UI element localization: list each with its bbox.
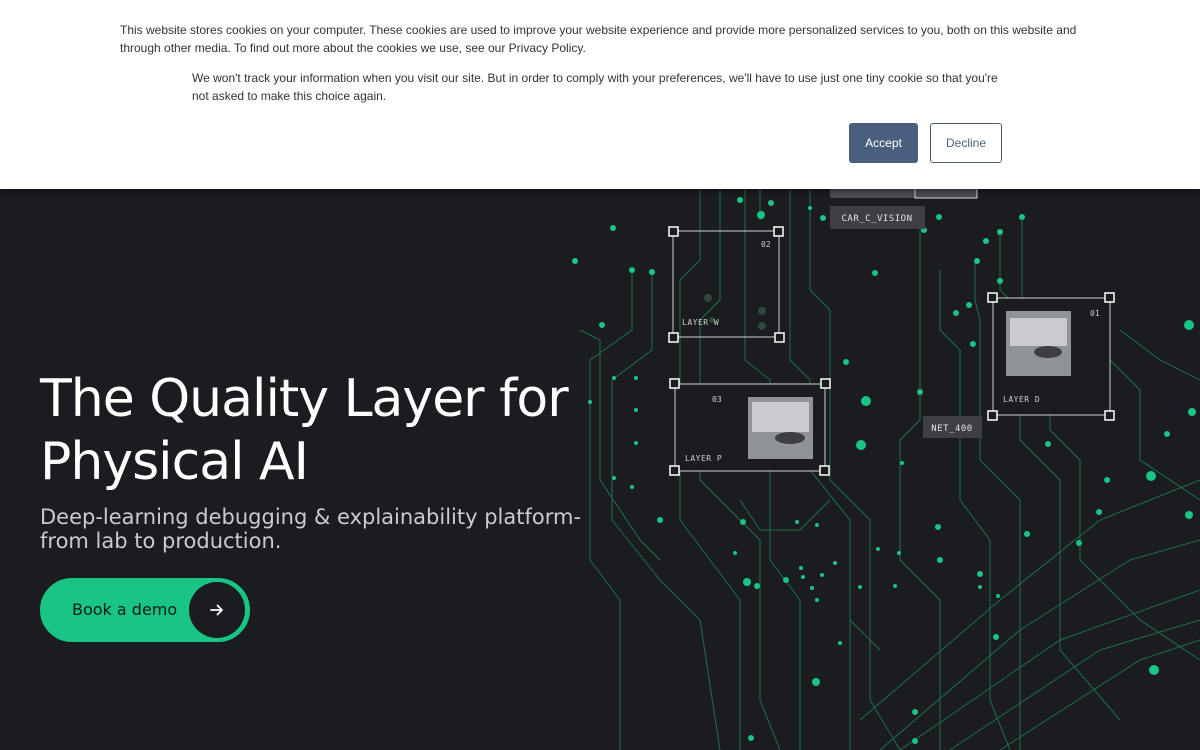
hero-headline: The Quality Layer for Physical AI <box>40 369 569 492</box>
arrow-right-icon <box>189 582 245 638</box>
tag-net-400-text: NET_400 <box>931 424 972 434</box>
layer-p-label: LAYER P <box>685 454 722 463</box>
layer-p-number: 03 <box>712 395 722 404</box>
circuit-network-graphic: CAR_C_VISION NET_400 02 LAYER W 03 LAYER… <box>572 179 1200 750</box>
tag-car-c-vision-text: CAR_C_VISION <box>841 214 912 224</box>
tag-car-c-vision: CAR_C_VISION <box>830 206 925 229</box>
layer-d-label: LAYER D <box>1003 395 1040 404</box>
circuit-nodes <box>572 197 1196 744</box>
layer-d-number: 01 <box>1090 309 1100 318</box>
hero-subheadline: Deep-learning debugging & explainability… <box>40 505 582 553</box>
layer-w-label: LAYER W <box>682 318 719 327</box>
layer-w-number: 02 <box>761 240 771 249</box>
cookie-banner-secondary-text: We won't track your information when you… <box>192 71 998 103</box>
accept-cookies-button[interactable]: Accept <box>849 123 918 163</box>
book-demo-button[interactable]: Book a demo <box>40 578 250 642</box>
layer-d-box: 01 LAYER D <box>987 292 1115 421</box>
layer-p-box: 03 LAYER P <box>669 378 831 476</box>
book-demo-label: Book a demo <box>72 600 178 619</box>
layer-w-box: 02 LAYER W <box>668 226 785 343</box>
tag-net-400: NET_400 <box>923 416 982 438</box>
cookie-banner: This website stores cookies on your comp… <box>0 0 1200 189</box>
cookie-banner-text: This website stores cookies on your comp… <box>120 23 1077 55</box>
decline-cookies-button[interactable]: Decline <box>930 123 1002 163</box>
